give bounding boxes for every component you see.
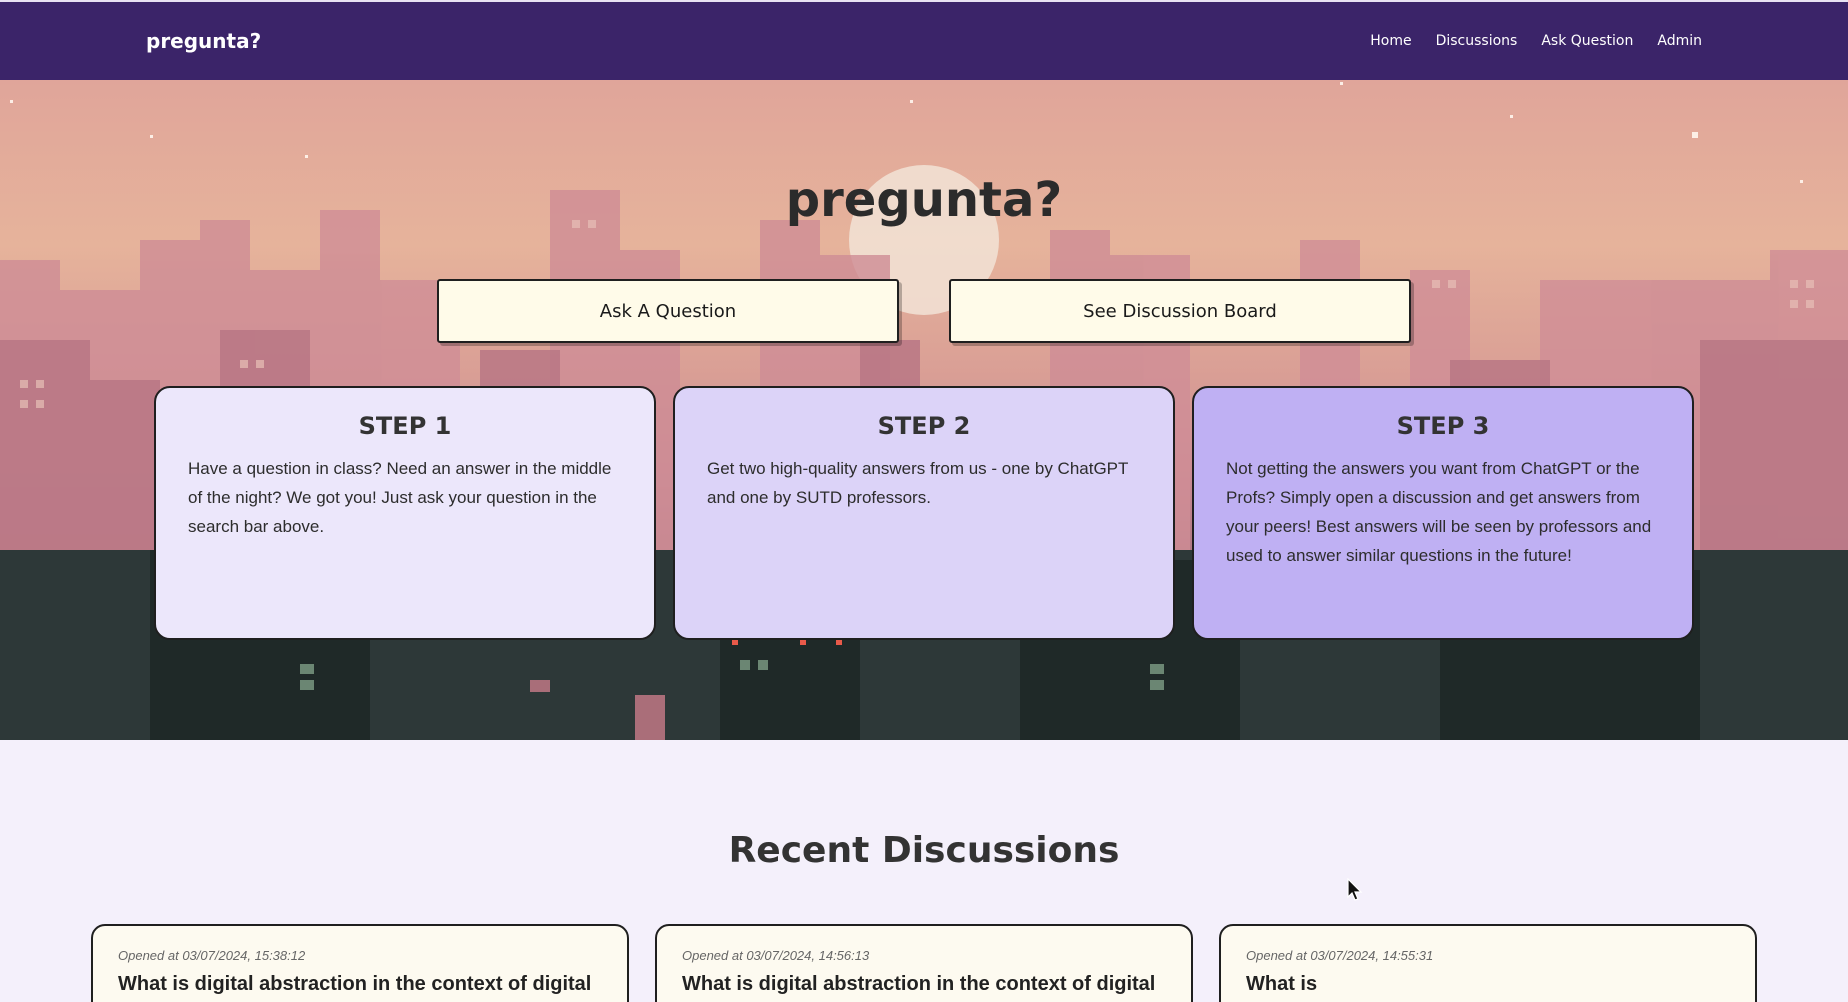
discussion-card[interactable]: Opened at 03/07/2024, 14:55:31 What is (1219, 924, 1757, 1002)
nav-link-discussions[interactable]: Discussions (1436, 33, 1518, 49)
discussion-date: Opened at 03/07/2024, 15:38:12 (118, 948, 306, 963)
navbar: pregunta? Home Discussions Ask Question … (0, 0, 1848, 80)
step-text: Not getting the answers you want from Ch… (1226, 459, 1652, 565)
see-discussion-board-button[interactable]: See Discussion Board (949, 279, 1411, 343)
step-text: Have a question in class? Need an answer… (188, 459, 612, 536)
nav-link-ask-question[interactable]: Ask Question (1541, 33, 1633, 49)
discussion-question: What is digital abstraction in the conte… (118, 973, 592, 995)
ask-question-button[interactable]: Ask A Question (437, 279, 899, 343)
nav-link-admin[interactable]: Admin (1657, 33, 1702, 49)
discussion-date: Opened at 03/07/2024, 14:55:31 (1246, 948, 1434, 963)
hero-section: pregunta? Ask A Question See Discussion … (0, 80, 1848, 740)
step-title: STEP 2 (877, 412, 971, 440)
brand-logo[interactable]: pregunta? (146, 29, 261, 53)
mouse-pointer-icon (1347, 878, 1363, 901)
discussion-card[interactable]: Opened at 03/07/2024, 15:38:12 What is d… (91, 924, 629, 1002)
step-card-1: STEP 1 Have a question in class? Need an… (154, 386, 656, 640)
nav-link-home[interactable]: Home (1370, 33, 1411, 49)
step-title: STEP 1 (358, 412, 452, 440)
discussion-date: Opened at 03/07/2024, 14:56:13 (682, 948, 870, 963)
discussion-question: What is digital abstraction in the conte… (682, 973, 1156, 995)
nav-links: Home Discussions Ask Question Admin (1370, 33, 1702, 49)
hero-title: pregunta? (785, 172, 1063, 228)
step-card-2: STEP 2 Get two high-quality answers from… (673, 386, 1175, 640)
step-card-3: STEP 3 Not getting the answers you want … (1192, 386, 1694, 640)
recent-discussions-title: Recent Discussions (728, 830, 1120, 871)
step-title: STEP 3 (1396, 412, 1490, 440)
discussion-card[interactable]: Opened at 03/07/2024, 14:56:13 What is d… (655, 924, 1193, 1002)
step-text: Get two high-quality answers from us - o… (707, 459, 1129, 507)
discussion-question: What is (1246, 973, 1318, 995)
